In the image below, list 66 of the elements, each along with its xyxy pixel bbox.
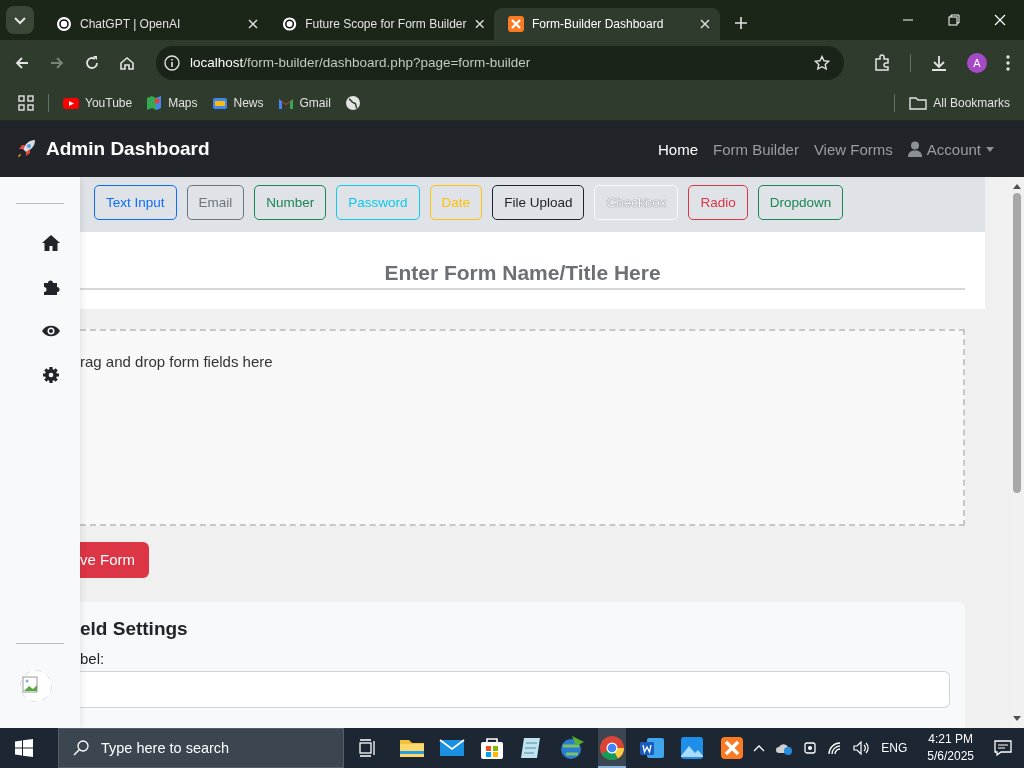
drop-zone-hint: rag and drop form fields here [80,353,273,370]
settings-icon[interactable] [42,366,60,384]
field-type-button[interactable]: Dropdown [757,185,844,220]
speaker-icon[interactable] [853,741,872,755]
windows-start-icon[interactable] [15,739,33,757]
taskbar-search-field[interactable]: Type here to search [58,728,344,768]
notification-icon[interactable] [994,740,1012,756]
drop-zone[interactable]: rag and drop form fields here [80,329,965,526]
caret-icon [986,146,994,152]
puzzle-icon[interactable] [42,278,60,296]
map-icon [146,94,163,111]
brand-title[interactable]: Admin Dashboard [46,138,210,160]
nav-link[interactable]: View Forms [813,140,893,158]
tab-search-icon[interactable] [6,6,34,34]
back-icon[interactable] [14,54,30,71]
home-icon[interactable] [119,54,135,71]
bookmark[interactable]: News [211,94,264,111]
close-icon[interactable] [700,19,710,29]
close-icon[interactable] [474,19,484,29]
nav-link[interactable]: Form Builder [713,140,799,158]
bookmark[interactable]: Maps [146,94,198,111]
field-type-button[interactable]: Email [186,185,245,220]
all-bookmarks-button[interactable]: All Bookmarks [909,95,1010,110]
cloud-sync-icon[interactable] [775,741,794,755]
star-icon[interactable] [814,54,830,71]
browser-tab[interactable]: Future Scope for Form Builder [268,8,494,40]
nav-link[interactable]: Home [658,140,699,158]
field-type-button[interactable]: Text Input [94,185,177,220]
field-type-button[interactable]: Radio [688,185,748,220]
chevron-up-icon[interactable] [753,744,766,752]
chrome-icon[interactable] [598,728,626,768]
form-title-field[interactable]: Enter Form Name/Title Here [80,232,985,309]
close-icon[interactable] [248,19,258,29]
profile-avatar[interactable]: A [967,52,987,73]
camera-icon[interactable] [803,740,818,756]
account-menu[interactable]: Account [907,140,994,158]
reload-icon[interactable] [84,54,100,71]
broken-image-icon[interactable] [20,670,52,702]
task-view-icon[interactable] [358,739,378,757]
home-icon[interactable] [42,234,60,252]
apps-grid-icon[interactable] [18,94,34,111]
search-icon [73,740,89,756]
bookmark[interactable]: Gmail [277,94,331,111]
language-indicator[interactable]: ENG [881,741,908,755]
clock[interactable]: 4:21 PM 5/6/2025 [927,731,974,765]
download-icon[interactable] [930,53,948,72]
folder-icon [909,95,928,110]
address-bar[interactable]: localhost/form-builder/dashboard.php?page=form-builder [156,45,844,80]
field-type-button[interactable]: Number [254,185,327,220]
forward-icon[interactable] [49,54,65,71]
site-info-icon[interactable] [164,54,180,71]
settings-heading: eld Settings [80,618,189,640]
browser-tab[interactable]: Form-Builder Dashboard [494,8,720,40]
label-input-field[interactable] [80,671,950,708]
more-icon[interactable] [1006,54,1010,71]
new-tab-icon[interactable] [734,16,748,30]
user-icon [907,141,922,157]
bookmark[interactable]: YouTube [63,94,133,111]
extensions-icon[interactable] [873,53,891,72]
xampp-icon [508,16,524,32]
save-form-button[interactable]: ve Form [80,541,149,578]
field-label: bel: [80,650,106,667]
field-type-button[interactable]: File Upload [492,185,585,220]
browser-tab[interactable]: ChatGPT | OpenAI [42,8,268,40]
url-text[interactable]: localhost/form-builder/dashboard.php?page=form-builder [190,55,804,70]
restore-icon[interactable] [948,14,960,26]
